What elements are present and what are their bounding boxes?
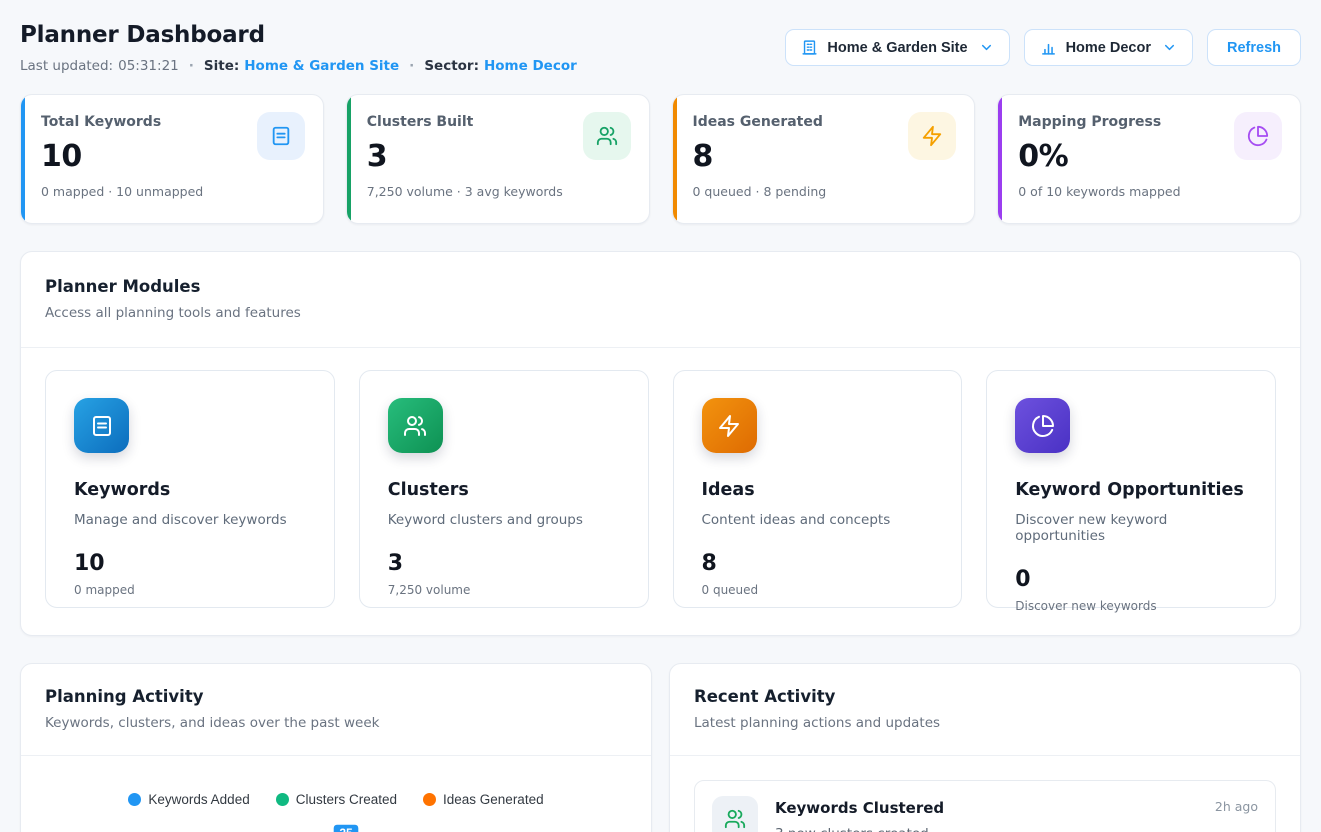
sector-selector-dropdown[interactable]: Home Decor — [1024, 29, 1193, 66]
module-title: Clusters — [388, 480, 620, 500]
section-subtitle: Access all planning tools and features — [45, 305, 1276, 321]
legend-dot-icon — [423, 793, 436, 806]
planning-activity-card: Planning Activity Keywords, clusters, an… — [20, 663, 652, 832]
recent-activity-header: Recent Activity Latest planning actions … — [670, 664, 1300, 755]
site-label: Site: — [204, 58, 239, 74]
last-updated-label: Last updated: — [20, 58, 113, 74]
module-card-clusters[interactable]: Clusters Keyword clusters and groups 3 7… — [359, 370, 649, 608]
module-subtext: 0 queued — [702, 583, 934, 597]
activity-title: Keywords Clustered — [775, 799, 944, 817]
last-updated-value: 05:31:21 — [118, 58, 179, 74]
activity-list: Keywords Clustered 2h ago 3 new clusters… — [670, 756, 1300, 832]
module-value: 10 — [74, 551, 306, 576]
stat-card-mapping-progress: Mapping Progress 0% 0 of 10 keywords map… — [997, 94, 1301, 224]
lightning-bolt-icon — [908, 112, 956, 160]
header-meta: Last updated: 05:31:21 · Site: Home & Ga… — [20, 58, 577, 74]
module-description: Manage and discover keywords — [74, 512, 306, 528]
modules-grid: Keywords Manage and discover keywords 10… — [21, 348, 1300, 635]
module-value: 0 — [1015, 567, 1247, 592]
module-description: Discover new keyword opportunities — [1015, 512, 1247, 544]
module-title: Keywords — [74, 480, 306, 500]
activity-timestamp: 2h ago — [1215, 799, 1258, 814]
lightning-bolt-icon — [702, 398, 757, 453]
activity-item-body: Keywords Clustered 2h ago 3 new clusters… — [775, 796, 1258, 832]
legend-dot-icon — [128, 793, 141, 806]
recent-activity-card: Recent Activity Latest planning actions … — [669, 663, 1301, 832]
chart-legend: Keywords Added Clusters Created Ideas Ge… — [21, 792, 651, 807]
module-description: Content ideas and concepts — [702, 512, 934, 528]
sector-link[interactable]: Home Decor — [484, 58, 577, 74]
module-subtext: 7,250 volume — [388, 583, 620, 597]
site-selector-dropdown[interactable]: Home & Garden Site — [785, 29, 1009, 66]
module-card-keyword-opportunities[interactable]: Keyword Opportunities Discover new keywo… — [986, 370, 1276, 608]
divider — [21, 755, 651, 756]
section-title: Recent Activity — [694, 687, 1276, 706]
meta-separator: · — [189, 58, 194, 74]
section-title: Planner Modules — [45, 277, 1276, 296]
point-label-25: 25 — [333, 824, 359, 832]
sector-selector-label: Home Decor — [1066, 40, 1151, 56]
site-link[interactable]: Home & Garden Site — [244, 58, 399, 74]
document-icon — [257, 112, 305, 160]
sector-label: Sector: — [424, 58, 479, 74]
module-description: Keyword clusters and groups — [388, 512, 620, 528]
document-icon — [74, 398, 129, 453]
svg-text:25: 25 — [339, 826, 353, 832]
planning-activity-header: Planning Activity Keywords, clusters, an… — [21, 664, 651, 755]
planner-dashboard-page: Planner Dashboard Last updated: 05:31:21… — [0, 0, 1321, 832]
header-left: Planner Dashboard Last updated: 05:31:21… — [20, 22, 577, 74]
refresh-button[interactable]: Refresh — [1207, 29, 1301, 66]
header-controls: Home & Garden Site Home Decor Refresh — [785, 29, 1301, 66]
users-icon — [388, 398, 443, 453]
users-icon — [712, 796, 758, 832]
legend-label: Ideas Generated — [443, 792, 544, 807]
section-subtitle: Latest planning actions and updates — [694, 715, 1276, 731]
module-value: 3 — [388, 551, 620, 576]
module-card-ideas[interactable]: Ideas Content ideas and concepts 8 0 que… — [673, 370, 963, 608]
legend-item-clusters-created: Clusters Created — [276, 792, 397, 807]
activity-line-chart: 25 25 24 — [21, 807, 651, 832]
legend-label: Clusters Created — [296, 792, 397, 807]
stats-row: Total Keywords 10 0 mapped · 10 unmapped… — [20, 94, 1301, 224]
meta-separator: · — [409, 58, 414, 74]
planner-modules-panel: Planner Modules Access all planning tool… — [20, 251, 1301, 636]
section-title: Planning Activity — [45, 687, 627, 706]
pie-chart-icon — [1015, 398, 1070, 453]
pie-chart-icon — [1234, 112, 1282, 160]
bar-chart-icon — [1040, 39, 1057, 56]
module-title: Ideas — [702, 480, 934, 500]
page-title: Planner Dashboard — [20, 22, 577, 48]
stat-subtext: 0 mapped · 10 unmapped — [41, 184, 303, 199]
stat-card-clusters-built: Clusters Built 3 7,250 volume · 3 avg ke… — [346, 94, 650, 224]
site-selector-label: Home & Garden Site — [827, 40, 967, 56]
module-card-keywords[interactable]: Keywords Manage and discover keywords 10… — [45, 370, 335, 608]
users-icon — [583, 112, 631, 160]
stat-subtext: 0 of 10 keywords mapped — [1018, 184, 1280, 199]
chevron-down-icon — [1162, 40, 1177, 55]
module-title: Keyword Opportunities — [1015, 480, 1247, 500]
module-value: 8 — [702, 551, 934, 576]
planner-modules-header: Planner Modules Access all planning tool… — [21, 252, 1300, 347]
stat-subtext: 7,250 volume · 3 avg keywords — [367, 184, 629, 199]
legend-item-keywords-added: Keywords Added — [128, 792, 249, 807]
stat-card-total-keywords: Total Keywords 10 0 mapped · 10 unmapped — [20, 94, 324, 224]
section-subtitle: Keywords, clusters, and ideas over the p… — [45, 715, 627, 731]
legend-label: Keywords Added — [148, 792, 249, 807]
module-subtext: 0 mapped — [74, 583, 306, 597]
bottom-row: Planning Activity Keywords, clusters, an… — [20, 663, 1301, 832]
legend-item-ideas-generated: Ideas Generated — [423, 792, 544, 807]
chevron-down-icon — [979, 40, 994, 55]
page-header: Planner Dashboard Last updated: 05:31:21… — [20, 0, 1301, 74]
legend-dot-icon — [276, 793, 289, 806]
chart-canvas: 25 24 — [21, 807, 652, 832]
stat-subtext: 0 queued · 8 pending — [693, 184, 955, 199]
building-icon — [801, 39, 818, 56]
module-subtext: Discover new keywords — [1015, 599, 1247, 613]
stat-card-ideas-generated: Ideas Generated 8 0 queued · 8 pending — [672, 94, 976, 224]
activity-description: 3 new clusters created — [775, 826, 1258, 832]
activity-item-keywords-clustered: Keywords Clustered 2h ago 3 new clusters… — [694, 780, 1276, 832]
